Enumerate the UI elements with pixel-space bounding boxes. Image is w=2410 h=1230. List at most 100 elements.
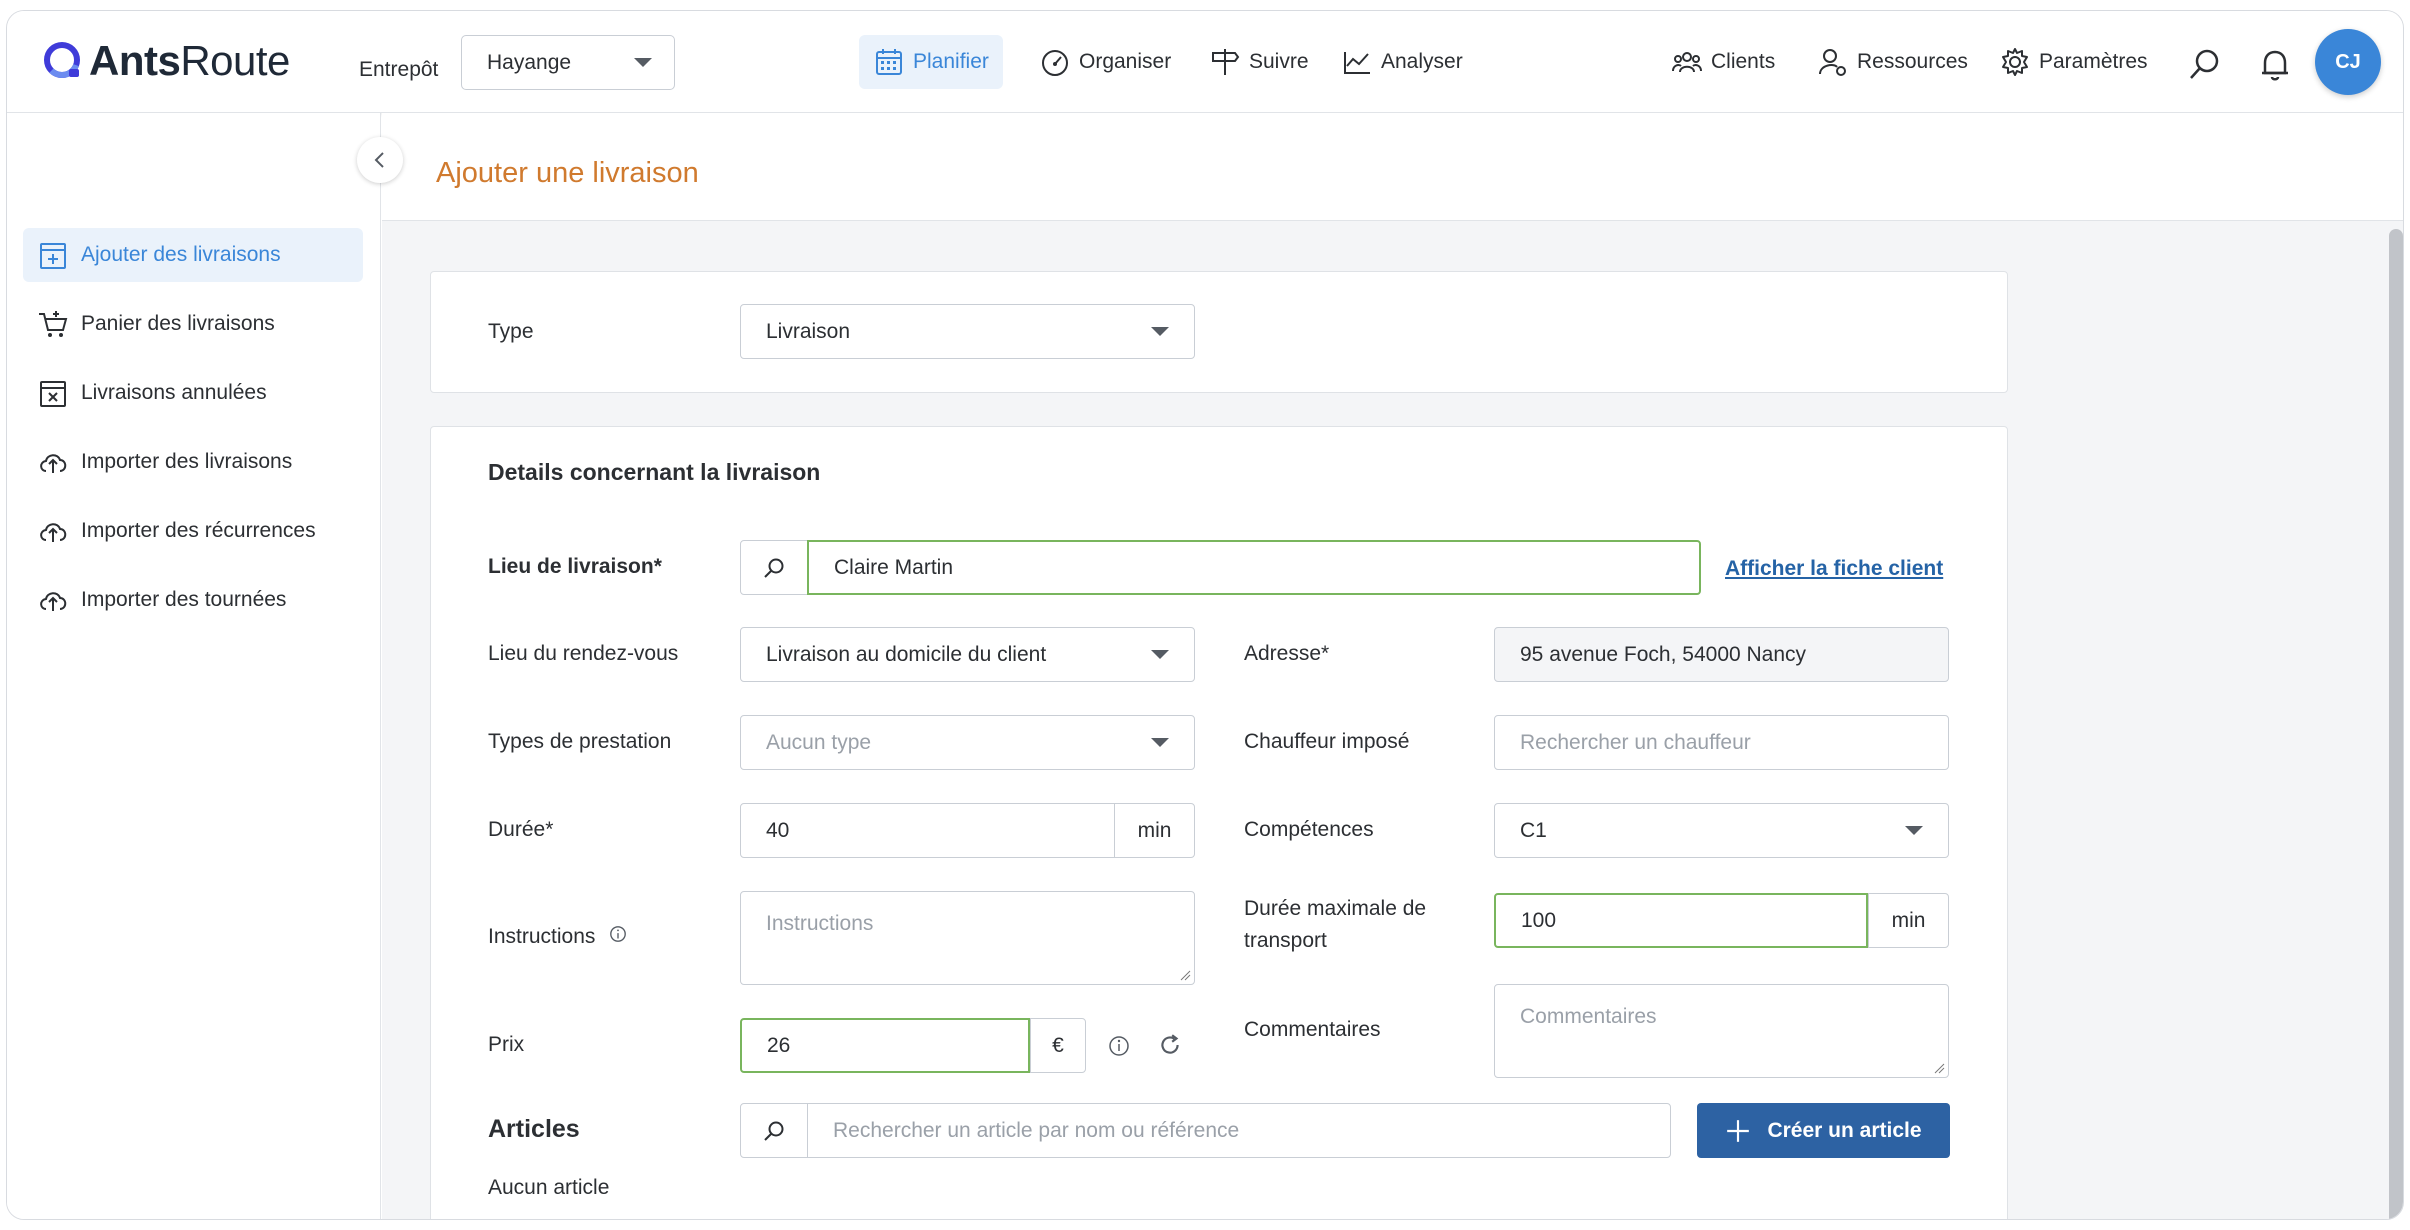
type-select[interactable]: Livraison: [740, 304, 1195, 359]
sidebar-item-annulees[interactable]: Livraisons annulées: [23, 366, 363, 420]
articles-search-placeholder: Rechercher un article par nom ou référen…: [833, 1118, 1240, 1142]
instructions-textarea[interactable]: Instructions: [740, 891, 1195, 985]
rdv-value: Livraison au domicile du client: [766, 642, 1047, 666]
gauge-icon: [1042, 50, 1068, 76]
competences-select[interactable]: C1: [1494, 803, 1949, 858]
nav-ressources[interactable]: Ressources: [1803, 35, 1982, 89]
plus-icon: [1727, 1119, 1750, 1142]
nav-clients-label: Clients: [1711, 50, 1776, 73]
articles-search-input[interactable]: Rechercher un article par nom ou référen…: [807, 1103, 1671, 1158]
adresse-field: 95 avenue Foch, 54000 Nancy: [1494, 627, 1949, 682]
type-card: Type Livraison: [430, 271, 2008, 393]
chauffeur-label: Chauffeur imposé: [1244, 730, 1410, 753]
search-icon[interactable]: [2185, 45, 2225, 85]
chevron-down-icon: [1151, 650, 1169, 659]
duree-input[interactable]: 40: [740, 803, 1116, 858]
app-window: AntsRoute Entrepôt Hayange Planifier Org…: [6, 10, 2404, 1220]
nav-clients[interactable]: Clients: [1657, 35, 1789, 89]
sidebar-item-label: Importer des livraisons: [81, 450, 293, 473]
users-icon: [1672, 52, 1702, 73]
chauffeur-placeholder: Rechercher un chauffeur: [1520, 730, 1751, 754]
client-sheet-link[interactable]: Afficher la fiche client: [1725, 557, 1943, 581]
chevron-left-icon: [374, 152, 384, 168]
nav-parametres-label: Paramètres: [2039, 50, 2148, 73]
prestation-select[interactable]: Aucun type: [740, 715, 1195, 770]
main-content: Type Livraison Details concernant la liv…: [382, 221, 2403, 1219]
chauffeur-input[interactable]: Rechercher un chauffeur: [1494, 715, 1949, 770]
commentaires-textarea[interactable]: Commentaires: [1494, 984, 1949, 1078]
nav-ressources-label: Ressources: [1857, 50, 1968, 73]
articles-heading: Articles: [488, 1115, 580, 1143]
warehouse-select[interactable]: Hayange: [461, 35, 675, 90]
prestation-placeholder: Aucun type: [766, 730, 872, 754]
transport-value: 100: [1521, 908, 1557, 932]
nav-suivre[interactable]: Suivre: [1195, 35, 1323, 89]
type-value: Livraison: [766, 319, 851, 343]
avatar[interactable]: CJ: [2315, 29, 2381, 95]
collapse-sidebar-button[interactable]: [357, 137, 403, 183]
sidebar-item-ajouter[interactable]: Ajouter des livraisons: [23, 228, 363, 282]
prix-input[interactable]: 26: [740, 1018, 1030, 1073]
chevron-down-icon: [1151, 327, 1169, 336]
nav-planifier[interactable]: Planifier: [859, 35, 1003, 89]
cloud-upload-icon: [40, 592, 67, 611]
rdv-label: Lieu du rendez-vous: [488, 642, 679, 665]
type-label: Type: [488, 320, 534, 343]
logo-text: AntsRoute: [89, 37, 290, 84]
nav-analyser-label: Analyser: [1381, 50, 1463, 73]
sidebar-item-importer-tournees[interactable]: Importer des tournées: [23, 573, 363, 627]
prestation-label: Types de prestation: [488, 730, 672, 753]
page-header: Ajouter une livraison: [382, 113, 2403, 221]
commentaires-placeholder: Commentaires: [1520, 1005, 1657, 1028]
nav-organiser[interactable]: Organiser: [1025, 35, 1185, 89]
logo[interactable]: AntsRoute: [43, 37, 290, 85]
gear-icon: [2002, 48, 2028, 76]
lieu-livraison-label: Lieu de livraison*: [488, 555, 662, 578]
prix-label: Prix: [488, 1033, 525, 1056]
sidebar: Ajouter des livraisons Panier des livrai…: [7, 113, 381, 1219]
competences-label: Compétences: [1244, 818, 1374, 841]
signpost-icon: [1212, 49, 1240, 75]
no-article-text: Aucun article: [488, 1176, 610, 1199]
info-icon[interactable]: [1107, 1034, 1131, 1063]
refresh-icon[interactable]: [1157, 1032, 1183, 1063]
duree-unit: min: [1114, 803, 1195, 858]
resize-handle-icon[interactable]: [1933, 1062, 1945, 1074]
resize-handle-icon[interactable]: [1179, 969, 1191, 981]
cloud-upload-icon: [40, 454, 67, 473]
cart-icon: [39, 311, 68, 337]
search-icon[interactable]: [740, 1103, 808, 1158]
chevron-down-icon: [1151, 738, 1169, 747]
chevron-down-icon: [634, 58, 652, 67]
instructions-placeholder: Instructions: [766, 912, 874, 935]
sidebar-item-importer-livraisons[interactable]: Importer des livraisons: [23, 435, 363, 489]
scrollbar[interactable]: [2389, 229, 2403, 1219]
create-article-label: Créer un article: [1767, 1118, 1922, 1142]
sidebar-item-importer-recurrences[interactable]: Importer des récurrences: [23, 504, 363, 558]
transport-input[interactable]: 100: [1494, 893, 1868, 948]
instructions-label: Instructions: [488, 925, 627, 949]
sidebar-item-panier[interactable]: Panier des livraisons: [23, 297, 363, 351]
page-title: Ajouter une livraison: [436, 157, 699, 189]
warehouse-value: Hayange: [487, 50, 572, 74]
create-article-button[interactable]: Créer un article: [1697, 1103, 1950, 1158]
calendar-x-icon: [40, 381, 66, 407]
chart-icon: [1344, 52, 1370, 74]
nav-suivre-label: Suivre: [1249, 50, 1309, 73]
nav-planifier-label: Planifier: [913, 50, 989, 73]
cloud-upload-icon: [40, 523, 67, 542]
bell-icon[interactable]: [2255, 45, 2295, 85]
info-icon[interactable]: [609, 925, 627, 949]
transport-label-line2: transport: [1244, 929, 1327, 952]
sidebar-item-label: Ajouter des livraisons: [81, 243, 281, 266]
rdv-select[interactable]: Livraison au domicile du client: [740, 627, 1195, 682]
search-icon[interactable]: [740, 540, 808, 595]
nav-parametres[interactable]: Paramètres: [1985, 35, 2162, 89]
nav-analyser[interactable]: Analyser: [1327, 35, 1477, 89]
calendar-icon: [876, 49, 902, 75]
duree-label: Durée*: [488, 818, 554, 841]
commentaires-label: Commentaires: [1244, 1018, 1381, 1041]
top-bar: AntsRoute Entrepôt Hayange Planifier Org…: [7, 11, 2403, 113]
lieu-livraison-input[interactable]: Claire Martin: [807, 540, 1701, 595]
logo-icon: [43, 41, 83, 81]
